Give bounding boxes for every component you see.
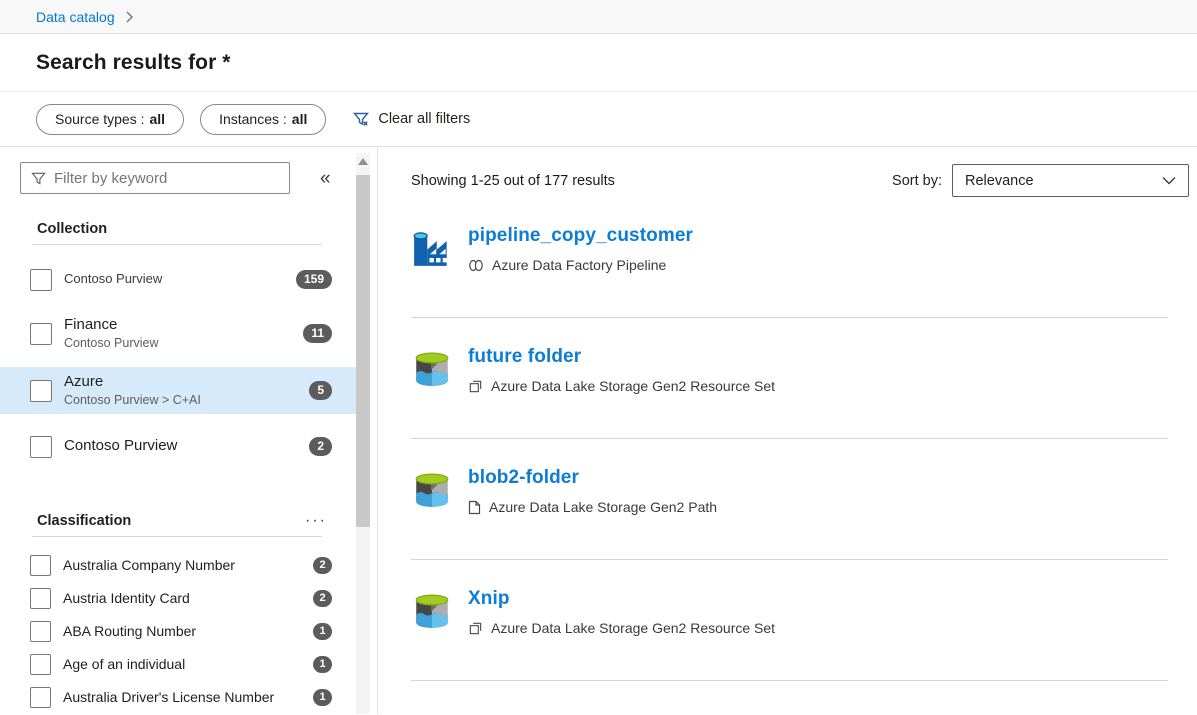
sort-by-dropdown[interactable]: Relevance [952,164,1189,197]
result-title-link[interactable]: future folder [468,346,581,367]
keyword-filter-input[interactable] [54,170,281,187]
azure-data-lake-icon [411,590,453,632]
sidebar-scrollbar-thumb[interactable] [356,175,370,527]
azure-data-lake-icon [411,469,453,511]
clear-all-filters-label: Clear all filters [378,111,470,127]
pipeline-icon [468,258,484,273]
classification-section-title: Classification [37,513,131,529]
search-results-panel: Showing 1-25 out of 177 results Sort by:… [378,147,1197,714]
pill-label: Instances : [219,111,287,127]
checkbox[interactable] [30,380,52,402]
collection-path: Contoso Purview [64,335,303,351]
collection-row-contoso-purview-2[interactable]: Contoso Purview 2 [0,426,356,467]
result-title-link[interactable]: blob2-folder [468,467,579,488]
filter-bar: Source types : all Instances : all Clear… [0,92,1197,147]
collection-label: Finance [64,316,303,335]
collection-label: Contoso Purview [64,271,296,287]
scrollbar-up-arrow[interactable] [358,158,368,165]
resource-set-icon [468,621,483,636]
instances-filter-pill[interactable]: Instances : all [200,104,326,135]
azure-data-factory-icon [411,227,453,269]
classification-row-australia-drivers-license[interactable]: Australia Driver's License Number 1 [0,681,356,714]
filters-sidebar: « Collection Contoso Purview 159 Finance… [0,147,378,714]
resource-set-icon [468,379,483,394]
collection-label: Azure [64,373,309,392]
source-types-filter-pill[interactable]: Source types : all [36,104,184,135]
checkbox[interactable] [30,621,51,642]
classification-label: Australia Driver's License Number [63,689,313,707]
classification-label: Austria Identity Card [63,590,313,608]
collection-path: Contoso Purview > C+AI [64,392,309,408]
sort-by-label: Sort by: [892,173,942,189]
classification-row-australia-company-number[interactable]: Australia Company Number 2 [0,549,356,582]
count-badge: 1 [313,623,332,641]
chevron-down-icon [1162,176,1176,185]
sidebar-scrollbar-track[interactable] [356,153,370,714]
count-badge: 11 [303,324,332,344]
clear-filter-icon [352,110,370,128]
result-row: Xnip Azure Data Lake Storage Gen2 Resour… [411,560,1168,681]
section-divider [32,536,322,537]
checkbox[interactable] [30,269,52,291]
result-type-label: Azure Data Lake Storage Gen2 Resource Se… [491,620,775,636]
collection-row-contoso-purview[interactable]: Contoso Purview 159 [0,259,356,300]
result-title-link[interactable]: pipeline_copy_customer [468,225,693,246]
pill-value: all [150,111,166,127]
count-badge: 2 [313,590,332,608]
results-summary: Showing 1-25 out of 177 results [411,173,615,189]
count-badge: 1 [313,656,332,674]
chevron-right-icon [125,11,134,23]
classification-row-austria-identity-card[interactable]: Austria Identity Card 2 [0,582,356,615]
checkbox[interactable] [30,687,51,708]
result-title-link[interactable]: Xnip [468,588,510,609]
collection-section-title: Collection [37,221,107,237]
result-row: future folder Azure Data Lake Storage Ge… [411,318,1168,439]
result-row: blob2-folder Azure Data Lake Storage Gen… [411,439,1168,560]
file-icon [468,500,481,515]
result-type-label: Azure Data Lake Storage Gen2 Resource Se… [491,378,775,394]
count-badge: 2 [309,437,332,457]
count-badge: 1 [313,689,332,707]
collapse-sidebar-button[interactable]: « [320,169,331,188]
count-badge: 5 [309,381,332,401]
classification-label: ABA Routing Number [63,623,313,641]
checkbox[interactable] [30,588,51,609]
section-divider [32,244,322,245]
classification-label: Age of an individual [63,656,313,674]
breadcrumb: Data catalog [0,0,1197,34]
breadcrumb-link-data-catalog[interactable]: Data catalog [36,9,115,25]
funnel-icon [31,171,46,186]
sort-by-value: Relevance [965,173,1034,189]
clear-all-filters-button[interactable]: Clear all filters [352,110,470,128]
result-row: pipeline_copy_customer Azure Data Factor… [411,197,1168,318]
pill-label: Source types : [55,111,145,127]
classification-label: Australia Company Number [63,557,313,575]
checkbox[interactable] [30,323,52,345]
classification-row-age-of-an-individual[interactable]: Age of an individual 1 [0,648,356,681]
result-type-label: Azure Data Lake Storage Gen2 Path [489,499,717,515]
page-header: Search results for * [0,34,1197,92]
pill-value: all [292,111,308,127]
result-type-label: Azure Data Factory Pipeline [492,257,666,273]
collection-label: Contoso Purview [64,437,309,456]
more-options-button[interactable]: ··· [305,513,327,529]
checkbox[interactable] [30,654,51,675]
checkbox[interactable] [30,436,52,458]
collection-row-finance[interactable]: Finance Contoso Purview 11 [0,310,356,357]
page-title: Search results for * [36,51,231,75]
count-badge: 159 [296,270,332,290]
classification-row-aba-routing-number[interactable]: ABA Routing Number 1 [0,615,356,648]
azure-data-lake-icon [411,348,453,390]
keyword-filter-box [20,162,290,194]
collection-row-azure[interactable]: Azure Contoso Purview > C+AI 5 [0,367,356,414]
checkbox[interactable] [30,555,51,576]
count-badge: 2 [313,557,332,575]
